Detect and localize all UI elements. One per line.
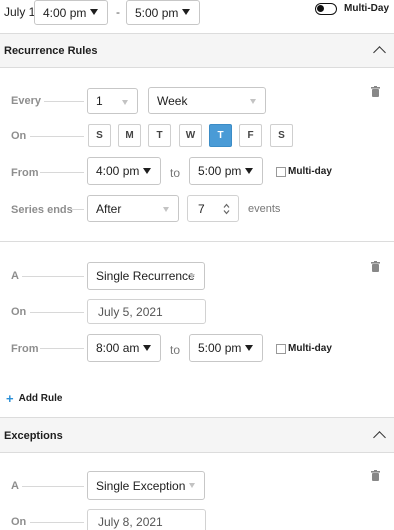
divider xyxy=(22,276,84,277)
recurrence-from-time-select[interactable]: 4:00 pm xyxy=(87,157,161,185)
exceptions-header[interactable]: Exceptions xyxy=(0,417,394,453)
event-date: July 1 xyxy=(4,5,36,19)
events-label: events xyxy=(248,203,281,215)
every-unit-value: Week xyxy=(157,93,188,108)
divider xyxy=(40,172,84,173)
start-time-value: 4:00 pm xyxy=(43,5,87,20)
chevron-down-icon xyxy=(90,9,98,15)
exception-date-value: July 8, 2021 xyxy=(98,514,163,529)
chevron-down-icon xyxy=(245,168,253,174)
chevron-up-icon[interactable] xyxy=(373,431,386,444)
divider xyxy=(40,348,84,349)
rule-type-value: Single Recurrence xyxy=(96,269,195,283)
day-toggle-thursday[interactable]: T xyxy=(209,124,232,147)
chevron-up-icon[interactable] xyxy=(373,46,386,59)
rule-multi-day-label: Multi-day xyxy=(288,343,332,354)
divider xyxy=(72,209,84,210)
divider xyxy=(44,101,84,102)
recurrence-to-time-value: 5:00 pm xyxy=(198,164,242,178)
divider xyxy=(30,136,84,137)
series-ends-select[interactable]: After xyxy=(87,195,179,222)
stepper-arrows-icon[interactable] xyxy=(223,203,230,215)
rule-type-select[interactable]: Single Recurrence xyxy=(87,262,205,290)
multi-day-checkbox-label: Multi-day xyxy=(288,166,332,177)
add-rule-button[interactable]: + Add Rule xyxy=(6,390,63,406)
exception-type-label: A xyxy=(11,480,19,492)
chevron-down-icon xyxy=(189,274,195,279)
recurrence-to-time-select[interactable]: 5:00 pm xyxy=(189,157,263,185)
multi-day-checkbox[interactable] xyxy=(276,167,286,177)
end-time-select[interactable]: 5:00 pm xyxy=(126,0,200,25)
recurrence-rules-title: Recurrence Rules xyxy=(4,45,98,57)
chevron-down-icon xyxy=(250,99,256,104)
every-interval-select[interactable]: 1 xyxy=(87,88,138,114)
chevron-down-icon xyxy=(143,168,151,174)
series-ends-label: Series ends xyxy=(11,204,73,216)
rule-to-time-value: 5:00 pm xyxy=(198,341,242,355)
multi-day-toggle[interactable] xyxy=(315,3,337,15)
exceptions-title: Exceptions xyxy=(4,430,63,442)
event-count-value: 7 xyxy=(198,201,205,216)
exception-type-value: Single Exception xyxy=(96,478,186,493)
chevron-down-icon xyxy=(182,9,190,15)
rule-type-label: A xyxy=(11,270,19,282)
day-toggle-friday[interactable]: F xyxy=(239,124,262,147)
series-ends-value: After xyxy=(96,201,122,216)
divider xyxy=(30,522,84,523)
from-label: From xyxy=(11,167,39,179)
divider xyxy=(30,312,84,313)
on-label: On xyxy=(11,130,27,142)
exception-date-input[interactable]: July 8, 2021 xyxy=(87,509,206,530)
day-toggle-tuesday[interactable]: T xyxy=(148,124,171,147)
trash-icon[interactable] xyxy=(371,261,380,272)
chevron-down-icon xyxy=(122,100,128,105)
day-toggle-sunday[interactable]: S xyxy=(88,124,111,147)
toggle-knob xyxy=(317,5,324,12)
rule-from-label: From xyxy=(11,343,39,355)
rule-from-time-value: 8:00 am xyxy=(96,341,140,355)
rule-to-label: to xyxy=(170,343,181,357)
add-rule-label: Add Rule xyxy=(18,392,63,404)
plus-icon: + xyxy=(6,390,14,406)
multi-day-toggle-label: Multi-Day xyxy=(344,3,389,14)
every-unit-select[interactable]: Week xyxy=(148,87,266,114)
time-separator: - xyxy=(116,5,120,19)
rule-date-value: July 5, 2021 xyxy=(98,304,163,319)
end-time-value: 5:00 pm xyxy=(135,5,179,20)
day-toggle-wednesday[interactable]: W xyxy=(179,124,202,147)
chevron-down-icon xyxy=(189,483,195,488)
rule-date-input[interactable]: July 5, 2021 xyxy=(87,299,206,324)
exception-type-select[interactable]: Single Exception xyxy=(87,471,205,500)
chevron-down-icon xyxy=(163,207,169,212)
day-toggle-saturday[interactable]: S xyxy=(270,124,293,147)
chevron-down-icon xyxy=(245,345,253,351)
recurrence-rules-header[interactable]: Recurrence Rules xyxy=(0,33,394,68)
rule-multi-day-checkbox[interactable] xyxy=(276,344,286,354)
to-label: to xyxy=(170,166,181,180)
chevron-down-icon xyxy=(143,345,151,351)
rule-on-label: On xyxy=(11,306,27,318)
trash-icon[interactable] xyxy=(371,470,380,481)
rule-separator xyxy=(0,241,394,242)
every-label: Every xyxy=(11,95,41,107)
exception-on-label: On xyxy=(11,516,27,528)
rule-from-time-select[interactable]: 8:00 am xyxy=(87,334,161,362)
start-time-select[interactable]: 4:00 pm xyxy=(34,0,108,25)
event-count-stepper[interactable]: 7 xyxy=(187,195,239,222)
recurrence-from-time-value: 4:00 pm xyxy=(96,164,140,178)
every-interval-value: 1 xyxy=(96,94,103,108)
trash-icon[interactable] xyxy=(371,86,380,97)
day-toggle-monday[interactable]: M xyxy=(118,124,141,147)
divider xyxy=(22,486,84,487)
rule-to-time-select[interactable]: 5:00 pm xyxy=(189,334,263,362)
